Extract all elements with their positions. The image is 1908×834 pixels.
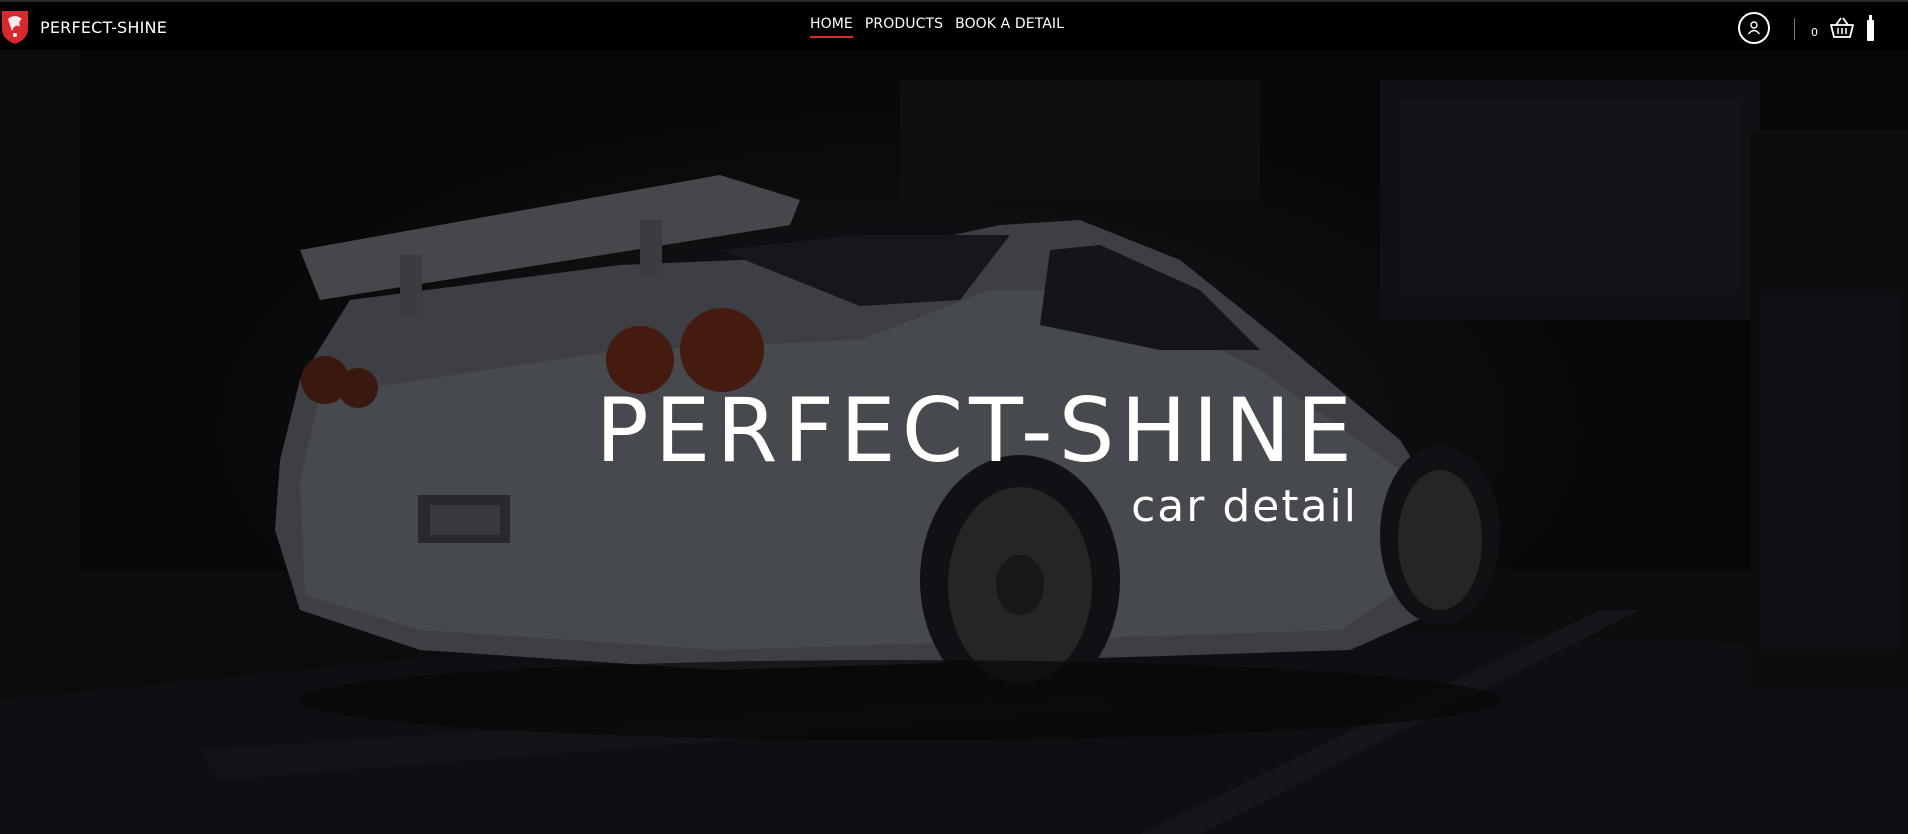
nav-products[interactable]: PRODUCTS [865,16,943,38]
hero-background: PERFECT-SHINE car detail [0,50,1908,834]
user-icon [1747,21,1761,35]
nav-home[interactable]: HOME [810,16,853,38]
header-divider [1794,18,1795,40]
page: PERFECT-SHINE car detail PERFECT-SHINE H… [0,0,1908,834]
basket-icon[interactable] [1830,17,1854,39]
brand-home-link[interactable]: PERFECT-SHINE [0,10,167,44]
hero-headline: PERFECT-SHINE car detail [550,387,1358,529]
hero-subtitle: car detail [1131,481,1358,532]
bottle-icon[interactable] [1866,15,1875,41]
brand-name: PERFECT-SHINE [40,17,168,37]
cart-count: 0 [1811,26,1818,39]
header-actions: 0 [1738,12,1908,44]
main-nav: HOME PRODUCTS BOOK A DETAIL [810,16,1064,38]
nav-book-a-detail[interactable]: BOOK A DETAIL [955,16,1064,38]
account-button[interactable] [1738,12,1770,44]
top-navigation-bar: PERFECT-SHINE HOME PRODUCTS BOOK A DETAI… [0,0,1908,50]
dragon-shield-icon [2,11,28,44]
hero-title: PERFECT-SHINE [595,379,1358,482]
